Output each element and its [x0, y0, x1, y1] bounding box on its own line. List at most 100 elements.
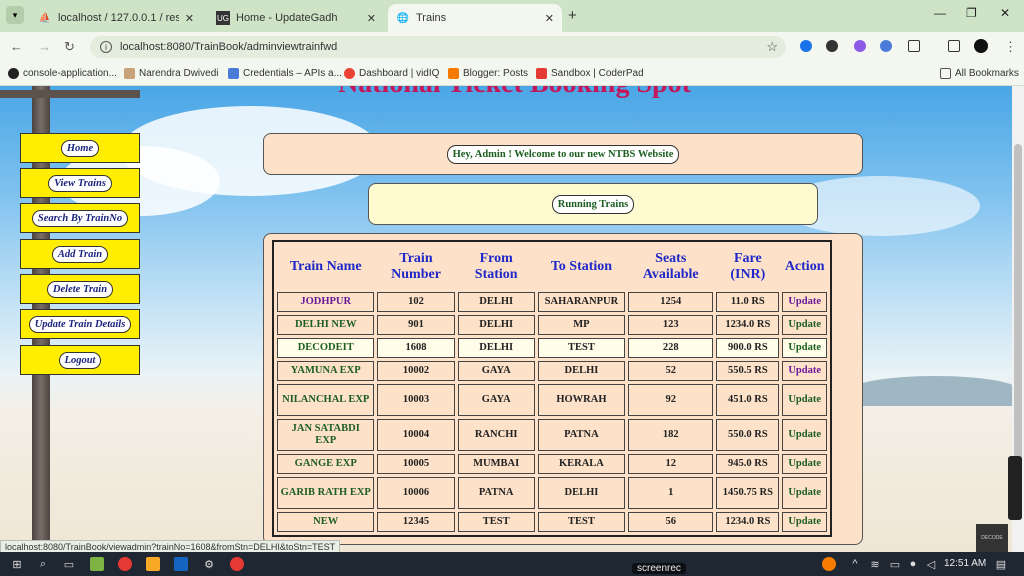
- app-icon[interactable]: [822, 557, 836, 571]
- reload-icon[interactable]: ↻: [64, 39, 75, 55]
- extension-icon[interactable]: [826, 40, 838, 52]
- settings-icon[interactable]: ⚙: [202, 557, 216, 571]
- windows-taskbar: ⊞ ⌕ ▭ ⚙ ^ ≋ ▭ ● ◁ 12:51 AM ▤: [0, 552, 1024, 576]
- bookmark-star-icon[interactable]: ☆: [766, 39, 778, 55]
- seats-available: 92: [628, 384, 714, 416]
- clock[interactable]: 12:51 AM: [944, 558, 986, 569]
- menu-search-by-trainno[interactable]: Search By TrainNo: [20, 203, 140, 233]
- to-station: HOWRAH: [537, 384, 626, 416]
- section-heading-panel: Running Trains: [368, 183, 818, 225]
- notification-icon[interactable]: ▤: [994, 557, 1008, 571]
- close-icon[interactable]: ✕: [545, 12, 554, 25]
- menu-add-train[interactable]: Add Train: [20, 239, 140, 269]
- bookmark-item[interactable]: Sandbox | CoderPad: [536, 68, 644, 79]
- menu-logout[interactable]: Logout: [20, 345, 140, 375]
- to-station: TEST: [537, 512, 626, 532]
- menu-label: Logout: [58, 351, 102, 369]
- close-icon[interactable]: ✕: [185, 12, 194, 25]
- site-info-icon[interactable]: i: [100, 41, 112, 53]
- update-link[interactable]: Update: [782, 512, 827, 532]
- bookmark-item[interactable]: Blogger: Posts: [448, 68, 528, 79]
- update-link[interactable]: Update: [782, 292, 827, 312]
- section-title: Running Trains: [551, 194, 635, 214]
- fare: 1450.75 RS: [716, 477, 780, 509]
- seats-available: 1254: [628, 292, 714, 312]
- bookmark-item[interactable]: Narendra Dwivedi: [124, 68, 218, 79]
- train-number: 10006: [377, 477, 455, 509]
- extension-icon[interactable]: [854, 40, 866, 52]
- search-icon[interactable]: ⌕: [36, 557, 50, 571]
- all-bookmarks-button[interactable]: All Bookmarks: [940, 68, 1019, 79]
- screenrec-watermark: screenrec: [632, 563, 686, 574]
- restore-icon[interactable]: ❐: [966, 6, 977, 20]
- folder-icon: [940, 68, 951, 79]
- forward-icon[interactable]: →: [38, 39, 51, 54]
- microphone-icon[interactable]: ●: [906, 557, 920, 571]
- menu-label: Home: [60, 139, 100, 157]
- seats-available: 182: [628, 419, 714, 451]
- extension-icon[interactable]: [800, 40, 812, 52]
- new-tab-button[interactable]: +: [568, 7, 577, 24]
- scrollbar-thumb[interactable]: [1014, 144, 1022, 474]
- train-name: GANGE EXP: [277, 454, 375, 474]
- browser-tab-bar: ▾ ⛵ localhost / 127.0.0.1 / reservatio ✕…: [0, 0, 1024, 32]
- back-icon[interactable]: ←: [10, 39, 23, 54]
- bookmark-item[interactable]: Credentials – APIs a...: [228, 68, 342, 79]
- menu-home[interactable]: Home: [20, 133, 140, 163]
- update-link[interactable]: Update: [782, 315, 827, 335]
- browser-toolbar: ← → ↻ i localhost:8080/TrainBook/adminvi…: [0, 32, 1024, 62]
- menu-delete-train[interactable]: Delete Train: [20, 274, 140, 304]
- volume-icon[interactable]: ◁: [924, 557, 938, 571]
- puzzle-icon[interactable]: [908, 40, 920, 52]
- site-title: National Ticket Booking Spot: [338, 86, 691, 100]
- recorder-toolbar[interactable]: [1008, 456, 1022, 520]
- more-menu-icon[interactable]: ⋮: [1004, 39, 1017, 55]
- from-station: DELHI: [457, 338, 535, 358]
- app-icon[interactable]: [174, 557, 188, 571]
- address-bar[interactable]: i localhost:8080/TrainBook/adminviewtrai…: [90, 36, 786, 58]
- seats-available: 1: [628, 477, 714, 509]
- seats-available: 52: [628, 361, 714, 381]
- chrome-icon[interactable]: [118, 557, 132, 571]
- column-header: To Station: [550, 259, 613, 274]
- train-number: 102: [377, 292, 455, 312]
- side-panel-icon[interactable]: [948, 40, 960, 52]
- chevron-up-icon[interactable]: ^: [848, 557, 862, 571]
- update-link[interactable]: Update: [782, 477, 827, 509]
- column-header: Train Name: [289, 259, 362, 274]
- from-station: GAYA: [457, 361, 535, 381]
- update-link[interactable]: Update: [782, 338, 827, 358]
- windows-start-icon[interactable]: ⊞: [10, 557, 24, 571]
- table-row: NEW 12345 TEST TEST 56 1234.0 RS Update: [277, 512, 827, 532]
- tab-trains[interactable]: 🌐 Trains ✕: [388, 4, 562, 32]
- task-view-icon[interactable]: ▭: [62, 557, 76, 571]
- table-row: DECODEIT 1608 DELHI TEST 228 900.0 RS Up…: [277, 338, 827, 358]
- tab-updategadh[interactable]: UG Home - UpdateGadh ✕: [208, 4, 384, 32]
- train-name[interactable]: DECODEIT: [277, 338, 375, 358]
- window-close-icon[interactable]: ✕: [1000, 6, 1010, 20]
- background-pole-bar: [0, 90, 140, 98]
- tab-phpmyadmin[interactable]: ⛵ localhost / 127.0.0.1 / reservatio ✕: [30, 4, 202, 32]
- train-number: 10005: [377, 454, 455, 474]
- bookmark-item[interactable]: console-application...: [8, 68, 117, 79]
- table-row: JODHPUR 102 DELHI SAHARANPUR 1254 11.0 R…: [277, 292, 827, 312]
- battery-icon[interactable]: ▭: [888, 557, 902, 571]
- chrome-icon[interactable]: [230, 557, 244, 571]
- extension-icon[interactable]: [880, 40, 892, 52]
- bookmark-item[interactable]: Dashboard | vidIQ: [344, 68, 439, 79]
- minimize-icon[interactable]: —: [934, 6, 946, 20]
- app-icon[interactable]: [90, 557, 104, 571]
- folder-icon[interactable]: [146, 557, 160, 571]
- update-link[interactable]: Update: [782, 384, 827, 416]
- menu-view-trains[interactable]: View Trains: [20, 168, 140, 198]
- update-link[interactable]: Update: [782, 361, 827, 381]
- update-link[interactable]: Update: [782, 454, 827, 474]
- tab-search-button[interactable]: ▾: [6, 6, 24, 24]
- seats-available: 12: [628, 454, 714, 474]
- avatar[interactable]: [974, 39, 988, 53]
- update-link[interactable]: Update: [782, 419, 827, 451]
- coderpad-icon: [536, 68, 547, 79]
- close-icon[interactable]: ✕: [367, 12, 376, 25]
- wifi-icon[interactable]: ≋: [868, 557, 882, 571]
- menu-update-train-details[interactable]: Update Train Details: [20, 309, 140, 339]
